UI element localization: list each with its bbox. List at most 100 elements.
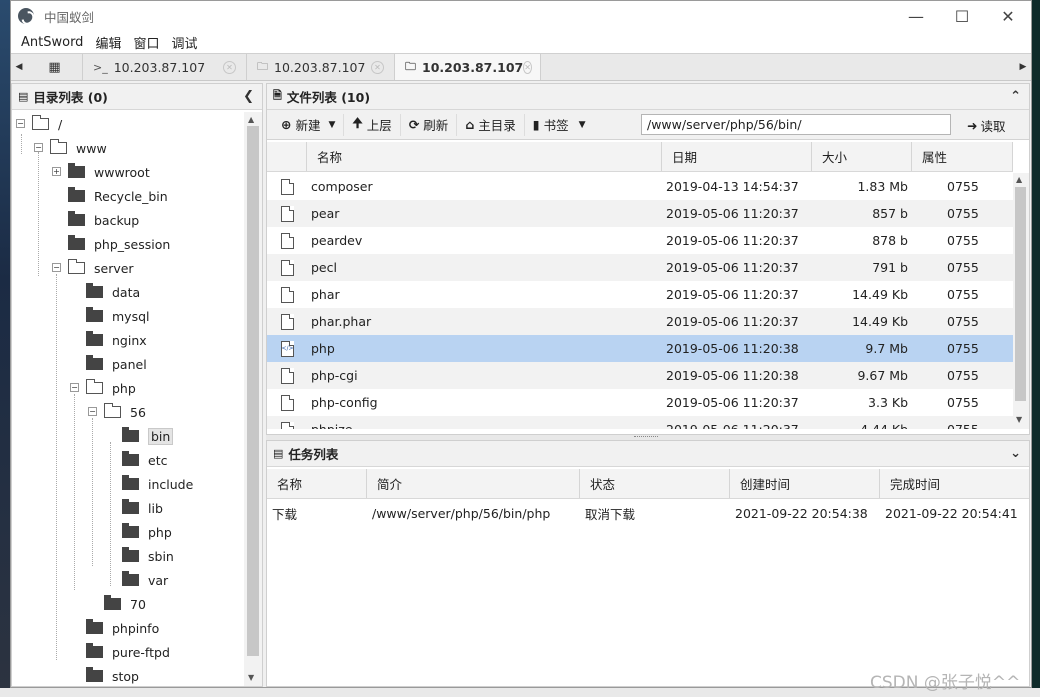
scroll-down-icon[interactable]: ▼ <box>248 673 254 682</box>
file-row[interactable]: php-cgi 2019-05-06 11:20:38 9.67 Mb 0755 <box>267 362 1013 389</box>
up-level-button[interactable]: 🠉 上层 <box>344 113 401 136</box>
file-row[interactable]: peardev 2019-05-06 11:20:37 878 b 0755 <box>267 227 1013 254</box>
chevron-down-icon[interactable]: ⌄ <box>1010 446 1021 461</box>
file-row[interactable]: composer 2019-04-13 14:54:37 1.83 Mb 0755 <box>267 173 1013 200</box>
scrollbar-thumb[interactable] <box>247 126 259 656</box>
file-icon <box>280 421 294 429</box>
tree-collapse-icon[interactable]: − <box>70 383 79 392</box>
home-dir-button[interactable]: ⌂ 主目录 <box>457 113 525 136</box>
folder-closed-icon <box>86 283 103 298</box>
tree-node-php-sub[interactable]: php <box>122 521 172 543</box>
folder-closed-icon <box>122 499 139 514</box>
new-button[interactable]: ⊕ 新建 ▼ <box>273 113 345 136</box>
tree-node-root[interactable]: − / <box>16 113 62 135</box>
refresh-button[interactable]: ⟳ 刷新 <box>401 113 458 136</box>
tab-bar: ◀ ▦ >_ 10.203.87.107 ✕ 🗀 10.203.87.107 ✕… <box>11 53 1031 81</box>
tree-node-include[interactable]: include <box>122 473 193 495</box>
scroll-down-icon[interactable]: ▼ <box>1016 415 1022 424</box>
tree-node-server[interactable]: − server <box>52 257 134 279</box>
file-row[interactable]: php 2019-05-06 11:20:38 9.7 Mb 0755 <box>267 335 1013 362</box>
task-col-name[interactable]: 名称 <box>267 469 367 498</box>
tree-node-recycle-bin[interactable]: Recycle_bin <box>68 185 168 207</box>
menu-window[interactable]: 窗口 <box>127 33 165 52</box>
minimize-button[interactable]: — <box>893 1 939 31</box>
file-row[interactable]: php-config 2019-05-06 11:20:37 3.3 Kb 0755 <box>267 389 1013 416</box>
tree-collapse-icon[interactable]: − <box>34 143 43 152</box>
file-row[interactable]: pecl 2019-05-06 11:20:37 791 b 0755 <box>267 254 1013 281</box>
file-icon <box>280 205 294 222</box>
tree-node-wwwroot[interactable]: + wwwroot <box>52 161 150 183</box>
col-icon <box>267 142 307 171</box>
tab-close-icon[interactable]: ✕ <box>371 60 384 74</box>
tree-expand-icon[interactable]: + <box>52 167 61 176</box>
scrollbar-thumb[interactable] <box>1015 187 1026 401</box>
col-size[interactable]: 大小 <box>812 142 912 171</box>
tree-node-lib[interactable]: lib <box>122 497 163 519</box>
bookmark-button[interactable]: ▮ 书签 ▼ <box>525 114 594 136</box>
tab-home[interactable]: ▦ <box>27 54 83 80</box>
tree-node-etc[interactable]: etc <box>122 449 167 471</box>
folder-closed-icon <box>68 163 85 178</box>
file-list-scrollbar[interactable]: ▲ ▼ <box>1013 173 1029 429</box>
tree-node-stop[interactable]: stop <box>86 665 139 687</box>
tree-node-56[interactable]: − 56 <box>88 401 146 423</box>
task-col-desc[interactable]: 简介 <box>367 469 580 498</box>
file-row[interactable]: phar 2019-05-06 11:20:37 14.49 Kb 0755 <box>267 281 1013 308</box>
file-row[interactable]: phar.phar 2019-05-06 11:20:37 14.49 Kb 0755 <box>267 308 1013 335</box>
task-row[interactable]: 下载 /www/server/php/56/bin/php 取消下载 2021-… <box>267 499 1029 527</box>
menu-debug[interactable]: 调试 <box>165 33 203 52</box>
tree-node-phpinfo[interactable]: phpinfo <box>86 617 159 639</box>
tree-node-php-session[interactable]: php_session <box>68 233 170 255</box>
tree-node-pure-ftpd[interactable]: pure-ftpd <box>86 641 170 663</box>
tree-node-mysql[interactable]: mysql <box>86 305 150 327</box>
caret-down-icon: ▼ <box>328 119 336 130</box>
file-date: 2019-05-06 11:20:37 <box>666 233 799 248</box>
file-attr: 0755 <box>947 368 979 383</box>
file-name: pecl <box>311 260 337 275</box>
title-bar[interactable]: 中国蚁剑 — ☐ ✕ <box>11 1 1031 31</box>
file-name: php-config <box>311 395 378 410</box>
tree-node-data[interactable]: data <box>86 281 140 303</box>
tab-close-icon[interactable]: ✕ <box>223 60 236 74</box>
maximize-button[interactable]: ☐ <box>939 1 985 31</box>
file-row[interactable]: pear 2019-05-06 11:20:37 857 b 0755 <box>267 200 1013 227</box>
collapse-left-icon[interactable]: ❮ <box>243 89 254 104</box>
tree-node-var[interactable]: var <box>122 569 168 591</box>
scroll-up-icon[interactable]: ▲ <box>1016 175 1022 184</box>
col-date[interactable]: 日期 <box>662 142 812 171</box>
file-row[interactable]: phpize2019-05-06 11:20:374.44 Kb0755 <box>267 416 1013 429</box>
tree-node-bin[interactable]: bin <box>122 425 174 447</box>
tree-node-sbin[interactable]: sbin <box>122 545 174 567</box>
tab-scroll-right-icon[interactable]: ▶ <box>1015 54 1031 80</box>
read-button[interactable]: ➜ 读取 <box>961 114 1012 136</box>
file-attr: 0755 <box>947 233 979 248</box>
tree-node-php[interactable]: − php <box>70 377 136 399</box>
tree-node-nginx[interactable]: nginx <box>86 329 147 351</box>
file-icon <box>280 232 294 249</box>
menu-antsword[interactable]: AntSword <box>15 35 89 50</box>
tree-node-www[interactable]: − www <box>34 137 107 159</box>
task-col-status[interactable]: 状态 <box>580 469 730 498</box>
folder-closed-icon <box>68 235 85 250</box>
task-col-created[interactable]: 创建时间 <box>730 469 880 498</box>
directory-scrollbar[interactable]: ▲ ▼ <box>244 112 262 686</box>
tab-terminal[interactable]: >_ 10.203.87.107 ✕ <box>83 54 247 80</box>
col-name[interactable]: 名称 <box>307 142 662 171</box>
tree-collapse-icon[interactable]: − <box>16 119 25 128</box>
tab-close-icon[interactable]: ✕ <box>523 60 532 74</box>
tree-node-backup[interactable]: backup <box>68 209 139 231</box>
tree-node-70[interactable]: 70 <box>104 593 146 615</box>
task-col-finished[interactable]: 完成时间 <box>880 469 1029 498</box>
col-attr[interactable]: 属性 <box>912 142 1013 171</box>
close-button[interactable]: ✕ <box>985 1 1031 31</box>
tree-collapse-icon[interactable]: − <box>88 407 97 416</box>
tree-collapse-icon[interactable]: − <box>52 263 61 272</box>
tab-file-manager-2[interactable]: 🗀 10.203.87.107 ✕ <box>395 54 541 80</box>
tab-scroll-left-icon[interactable]: ◀ <box>11 54 27 80</box>
tree-node-panel[interactable]: panel <box>86 353 147 375</box>
scroll-up-icon[interactable]: ▲ <box>248 115 254 124</box>
tab-file-manager-1[interactable]: 🗀 10.203.87.107 ✕ <box>247 54 395 80</box>
collapse-up-icon[interactable]: ⌃ <box>1010 89 1021 104</box>
path-input[interactable] <box>641 114 951 135</box>
menu-edit[interactable]: 编辑 <box>89 33 127 52</box>
